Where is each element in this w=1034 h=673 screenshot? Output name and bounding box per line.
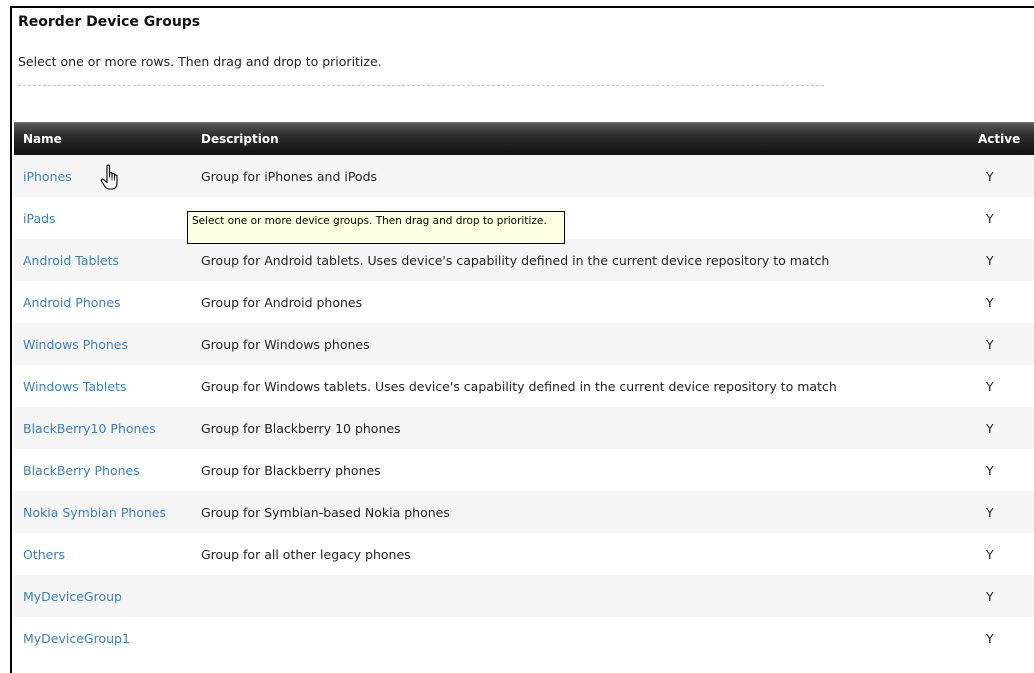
- column-header-active[interactable]: Active: [972, 132, 1034, 146]
- device-group-name-link[interactable]: Others: [14, 547, 198, 562]
- device-group-row[interactable]: BlackBerry Phones Group for Blackberry ph…: [14, 449, 1034, 491]
- device-group-row[interactable]: Windows Tablets Group for Windows tablets…: [14, 365, 1034, 407]
- drag-drop-tooltip: Select one or more device groups. Then d…: [187, 211, 565, 244]
- grid-header: Name Description Active: [14, 122, 1034, 155]
- device-group-row[interactable]: MyDeviceGroup1 Y: [14, 617, 1034, 659]
- hand-pointer-cursor-icon: [100, 164, 118, 190]
- device-group-description: Group for Windows tablets. Uses device's…: [201, 378, 837, 394]
- device-group-description: Group for Symbian-based Nokia phones: [201, 504, 450, 520]
- device-group-row[interactable]: Others Group for all other legacy phones Y: [14, 533, 1034, 575]
- device-group-active-flag: Y: [986, 546, 994, 562]
- device-group-active-flag: Y: [986, 252, 994, 268]
- column-header-name[interactable]: Name: [14, 132, 198, 146]
- device-groups-grid: Name Description Active iPhones Group for…: [14, 122, 1034, 659]
- page-title: Reorder Device Groups: [18, 14, 201, 30]
- dashed-divider: [18, 85, 824, 86]
- device-group-active-flag: Y: [986, 588, 994, 604]
- device-group-description: Group for Android phones: [201, 294, 363, 310]
- device-group-name-link[interactable]: BlackBerry10 Phones: [14, 421, 198, 436]
- device-group-description: Group for Blackberry phones: [201, 462, 381, 478]
- device-group-row[interactable]: BlackBerry10 Phones Group for Blackberry …: [14, 407, 1034, 449]
- column-header-description[interactable]: Description: [198, 132, 972, 146]
- reorder-device-groups-panel: Reorder Device Groups Select one or more…: [10, 6, 1034, 673]
- device-group-active-flag: Y: [986, 210, 994, 226]
- device-group-description: Group for iPhones and iPods: [201, 168, 378, 184]
- device-group-description: Group for all other legacy phones: [201, 546, 411, 562]
- device-group-name-link[interactable]: Android Phones: [14, 295, 198, 310]
- device-group-active-flag: Y: [986, 294, 994, 310]
- device-group-row[interactable]: MyDeviceGroup Y: [14, 575, 1034, 617]
- device-group-name-link[interactable]: MyDeviceGroup1: [14, 631, 198, 646]
- device-group-name-link[interactable]: Windows Tablets: [14, 379, 198, 394]
- device-group-active-flag: Y: [986, 168, 994, 184]
- device-group-active-flag: Y: [986, 630, 994, 646]
- device-group-row[interactable]: Nokia Symbian Phones Group for Symbian-ba…: [14, 491, 1034, 533]
- device-group-name-link[interactable]: BlackBerry Phones: [14, 463, 198, 478]
- device-group-row[interactable]: iPhones Group for iPhones and iPods Y: [14, 155, 1034, 197]
- device-group-name-link[interactable]: iPads: [14, 211, 198, 226]
- instructions-text: Select one or more rows. Then drag and d…: [18, 54, 382, 69]
- device-group-active-flag: Y: [986, 462, 994, 478]
- device-group-name-link[interactable]: MyDeviceGroup: [14, 589, 198, 604]
- device-group-name-link[interactable]: Nokia Symbian Phones: [14, 505, 198, 520]
- device-group-row[interactable]: Android Phones Group for Android phones Y: [14, 281, 1034, 323]
- device-group-description: Group for Android tablets. Uses device's…: [201, 252, 830, 268]
- device-group-name-link[interactable]: Windows Phones: [14, 337, 198, 352]
- device-group-active-flag: Y: [986, 420, 994, 436]
- device-group-description: Group for Windows phones: [201, 336, 370, 352]
- device-group-row[interactable]: Windows Phones Group for Windows phones Y: [14, 323, 1034, 365]
- device-group-row[interactable]: Android Tablets Group for Android tablets…: [14, 239, 1034, 281]
- device-group-active-flag: Y: [986, 378, 994, 394]
- device-group-active-flag: Y: [986, 504, 994, 520]
- device-group-description: Group for Blackberry 10 phones: [201, 420, 401, 436]
- device-group-active-flag: Y: [986, 336, 994, 352]
- device-group-name-link[interactable]: Android Tablets: [14, 253, 198, 268]
